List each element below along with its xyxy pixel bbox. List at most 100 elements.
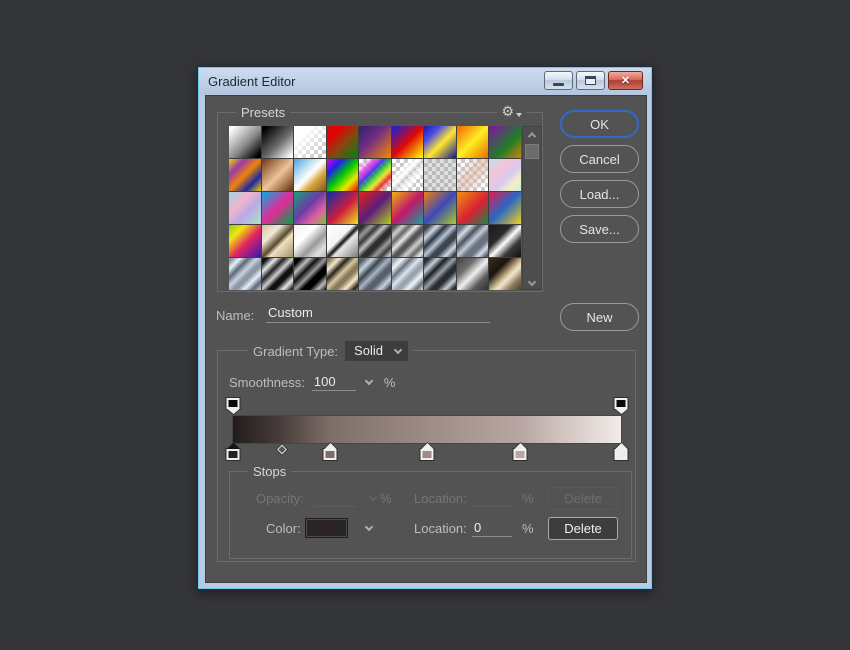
- preset-tile-silver[interactable]: [294, 225, 326, 257]
- preset-tile-steel-blue[interactable]: [456, 225, 489, 257]
- ok-button[interactable]: OK: [560, 110, 639, 138]
- preset-grid: [229, 126, 521, 290]
- maximize-button[interactable]: [576, 71, 605, 90]
- preset-tile-orange-blue-lime[interactable]: [424, 192, 456, 224]
- preset-tile-chrome[interactable]: [326, 225, 359, 257]
- save-button[interactable]: Save...: [560, 215, 639, 243]
- preset-tile-copper[interactable]: [261, 159, 294, 191]
- scroll-up-button[interactable]: [523, 128, 541, 141]
- delete-color-stop-button[interactable]: Delete: [548, 516, 618, 540]
- preset-tile-red-violet-lime[interactable]: [359, 192, 391, 224]
- preset-tile-chrome-blue-gold[interactable]: [294, 159, 326, 191]
- chevron-down-icon[interactable]: [364, 522, 374, 532]
- preset-tile-transparent-rainbow[interactable]: [359, 159, 391, 191]
- close-icon: ✕: [620, 75, 631, 87]
- dialog-body: Presets ⚙ OK Cancel Load... Save... Name…: [205, 95, 647, 583]
- gradient-type-label: Gradient Type:: [253, 343, 339, 359]
- preset-tile-blue-chrome[interactable]: [229, 258, 261, 290]
- gradient-editor-dialog: Gradient Editor ✕ Presets ⚙ OK Cancel Lo…: [197, 66, 653, 590]
- preset-tile-orange-yellow-orange[interactable]: [456, 126, 489, 158]
- opacity-label: Opacity:: [256, 490, 304, 506]
- chevron-down-icon: [368, 492, 378, 502]
- name-input[interactable]: [266, 302, 490, 323]
- scroll-down-button[interactable]: [523, 275, 541, 288]
- preset-tile-spectrum[interactable]: [326, 159, 359, 191]
- preset-tile-silver-blue-stripes[interactable]: [391, 258, 424, 290]
- cancel-button[interactable]: Cancel: [560, 145, 639, 173]
- gradient-preview-bar[interactable]: [233, 416, 621, 443]
- presets-legend: Presets: [236, 105, 291, 120]
- new-button[interactable]: New: [560, 303, 639, 331]
- preset-tile-lime-yellow-red-violet[interactable]: [229, 225, 261, 257]
- opacity-location-input: [472, 489, 512, 507]
- titlebar[interactable]: Gradient Editor ✕: [199, 68, 651, 95]
- name-label: Name:: [216, 308, 255, 323]
- color-swatch[interactable]: [305, 518, 348, 538]
- preset-tile-transparent-stripes[interactable]: [391, 159, 424, 191]
- preset-tile-bronze-dark[interactable]: [489, 258, 521, 290]
- gradient-settings-group: Gradient Type: Solid Smoothness: % Stops: [217, 341, 636, 562]
- presets-menu-button[interactable]: ⚙: [497, 103, 526, 119]
- preset-tile-bw-chrome[interactable]: [261, 258, 294, 290]
- preset-tile-teal-purple-pink-green[interactable]: [294, 192, 326, 224]
- delete-opacity-stop-button: Delete: [548, 486, 618, 510]
- color-stops-row: [226, 443, 628, 463]
- chevron-down-icon: [527, 277, 537, 286]
- preset-tile-steel-gray[interactable]: [391, 225, 424, 257]
- opacity-unit: %: [380, 490, 392, 506]
- preset-tile-white-to-black[interactable]: [229, 126, 261, 158]
- preset-tile-blue-yellow-blue[interactable]: [424, 126, 456, 158]
- preset-tile-orange-red-green[interactable]: [456, 192, 489, 224]
- opacity-stop-0[interactable]: [226, 398, 240, 414]
- preset-tile-sandstone-metal[interactable]: [261, 225, 294, 257]
- gradient-type-value: Solid: [354, 343, 383, 358]
- preset-tile-blue-red-yellow[interactable]: [391, 126, 424, 158]
- preset-tile-red-to-green[interactable]: [326, 126, 359, 158]
- preset-tile-pastel-soft[interactable]: [489, 159, 521, 191]
- preset-tile-transparent[interactable]: [424, 159, 456, 191]
- maximize-icon: [585, 76, 596, 85]
- preset-tile-dark-silver-stripes[interactable]: [424, 258, 456, 290]
- load-button[interactable]: Load...: [560, 180, 639, 208]
- color-location-label: Location:: [414, 520, 467, 536]
- color-stop-50[interactable]: [420, 443, 434, 460]
- smoothness-row: Smoothness: %: [229, 373, 395, 391]
- scrollbar-thumb[interactable]: [525, 144, 539, 159]
- caret-down-icon: [516, 113, 522, 117]
- close-button[interactable]: ✕: [608, 71, 643, 90]
- preset-tile-blue-red-yellow-2[interactable]: [326, 192, 359, 224]
- preset-tile-black-white-band[interactable]: [489, 225, 521, 257]
- chevron-down-icon[interactable]: [364, 376, 374, 386]
- preset-tile-red-blue-yellow[interactable]: [489, 192, 521, 224]
- midpoint-diamond[interactable]: [276, 444, 287, 455]
- gradient-type-select[interactable]: Solid: [345, 341, 408, 361]
- preset-tile-steel-blue-dark[interactable]: [424, 225, 456, 257]
- preset-tile-pastel-rainbow[interactable]: [229, 192, 261, 224]
- smoothness-input[interactable]: [311, 373, 356, 391]
- color-stop-74[interactable]: [513, 443, 527, 460]
- preset-tile-yellow-violet-orange-blue[interactable]: [229, 159, 261, 191]
- preset-tile-dark-metal[interactable]: [359, 225, 391, 257]
- opacity-stop-row: Opacity: % Location: % Delete: [230, 486, 631, 510]
- preset-tile-black-silver[interactable]: [294, 258, 326, 290]
- color-location-input[interactable]: [472, 519, 512, 537]
- color-stop-25[interactable]: [323, 443, 337, 460]
- opacity-location-label: Location:: [414, 490, 467, 506]
- preset-tile-cyan-magenta-green[interactable]: [261, 192, 294, 224]
- preset-tile-gold-magenta-teal[interactable]: [391, 192, 424, 224]
- preset-tile-violet-to-orange[interactable]: [359, 126, 391, 158]
- color-stop-0[interactable]: [226, 443, 240, 460]
- preset-tile-white-to-transparent[interactable]: [294, 126, 326, 158]
- preset-tile-brass-chrome[interactable]: [326, 258, 359, 290]
- minimize-button[interactable]: [544, 71, 573, 90]
- chevron-down-icon: [393, 345, 403, 354]
- preset-tile-black-to-white[interactable]: [261, 126, 294, 158]
- preset-tile-gray-white-stripes[interactable]: [456, 258, 489, 290]
- presets-scrollbar[interactable]: [522, 126, 542, 290]
- preset-tile-transparent-rose[interactable]: [456, 159, 489, 191]
- preset-tile-purple-green-orange[interactable]: [489, 126, 521, 158]
- opacity-stop-100[interactable]: [614, 398, 628, 414]
- preset-tile-slate-chrome[interactable]: [359, 258, 391, 290]
- color-stop-100[interactable]: [614, 443, 628, 460]
- color-label: Color:: [266, 520, 301, 536]
